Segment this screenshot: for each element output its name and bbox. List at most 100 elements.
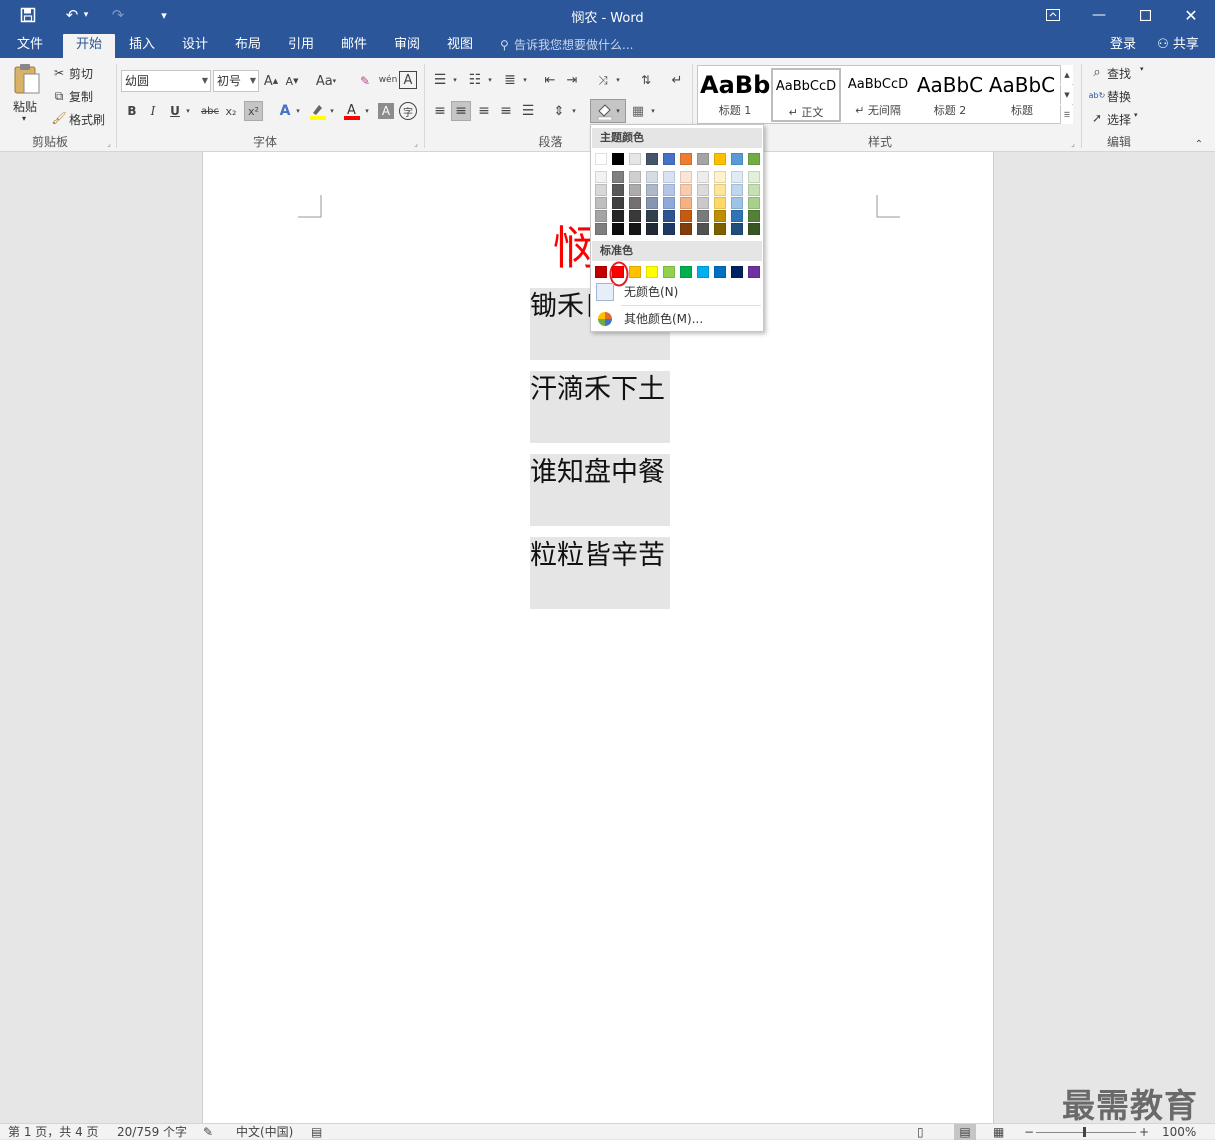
shading-dropdown-icon[interactable]: ▾ xyxy=(616,107,620,115)
theme-shade-swatch[interactable] xyxy=(714,184,726,196)
page-count[interactable]: 第 1 页，共 4 页 xyxy=(8,1124,99,1140)
poem-line-2[interactable]: 汗滴禾下土 xyxy=(530,371,670,443)
theme-shade-swatch[interactable] xyxy=(748,171,760,183)
tab-view[interactable]: 视图 xyxy=(438,34,482,58)
paste-dropdown-icon[interactable]: ▾ xyxy=(22,114,26,123)
standard-color-swatch[interactable] xyxy=(697,266,709,278)
theme-shade-swatch[interactable] xyxy=(612,223,624,235)
clipboard-launcher-icon[interactable]: ⌟ xyxy=(104,138,114,148)
styles-more-icon[interactable]: ☰ xyxy=(1060,105,1073,124)
theme-shade-swatch[interactable] xyxy=(748,223,760,235)
font-name-dropdown-icon[interactable]: ▼ xyxy=(202,71,208,91)
sort-icon[interactable]: ⇅ xyxy=(636,70,656,90)
multilevel-dropdown-icon[interactable]: ▾ xyxy=(520,70,530,90)
tab-layout[interactable]: 布局 xyxy=(226,34,270,58)
superscript-button[interactable]: x² xyxy=(244,101,263,121)
theme-shade-swatch[interactable] xyxy=(731,210,743,222)
paste-icon[interactable] xyxy=(10,62,44,96)
more-colors-option[interactable]: 其他颜色(M)... xyxy=(592,307,762,331)
theme-color-swatch[interactable] xyxy=(663,153,675,165)
format-painter-button[interactable]: 格式刷 xyxy=(69,111,105,128)
theme-shade-swatch[interactable] xyxy=(663,171,675,183)
theme-shade-swatch[interactable] xyxy=(629,197,641,209)
character-shading-icon[interactable]: A xyxy=(378,103,394,119)
maximize-icon[interactable] xyxy=(1122,0,1168,30)
bullets-dropdown-icon[interactable]: ▾ xyxy=(450,70,460,90)
justify-icon[interactable]: ≡ xyxy=(496,101,516,121)
theme-shade-swatch[interactable] xyxy=(680,210,692,222)
theme-color-swatch[interactable] xyxy=(731,153,743,165)
theme-shade-swatch[interactable] xyxy=(697,184,709,196)
tell-me-search[interactable]: ⚲ 告诉我您想要做什么... xyxy=(500,34,633,56)
styles-launcher-icon[interactable]: ⌟ xyxy=(1068,138,1078,148)
theme-shade-swatch[interactable] xyxy=(663,197,675,209)
theme-shade-swatch[interactable] xyxy=(714,210,726,222)
theme-shade-swatch[interactable] xyxy=(731,197,743,209)
style-heading-1[interactable]: AaBb 标题 1 xyxy=(700,68,770,122)
find-dropdown-icon[interactable]: ▾ xyxy=(1140,65,1144,73)
line-spacing-icon[interactable]: ⇕ xyxy=(549,101,569,121)
language-indicator[interactable]: 中文(中国) xyxy=(236,1124,293,1140)
font-name-box[interactable]: 幼圆 ▼ xyxy=(121,70,211,92)
align-center-icon[interactable]: ≡ xyxy=(451,101,471,121)
underline-button[interactable]: U xyxy=(167,101,183,121)
theme-shade-swatch[interactable] xyxy=(697,210,709,222)
standard-color-swatch[interactable] xyxy=(629,266,641,278)
theme-shade-swatch[interactable] xyxy=(595,197,607,209)
show-marks-icon[interactable]: ↵ xyxy=(667,70,687,90)
standard-color-swatch[interactable] xyxy=(714,266,726,278)
theme-shade-swatch[interactable] xyxy=(697,223,709,235)
change-case-icon[interactable]: Aa ▾ xyxy=(312,71,340,91)
word-count[interactable]: 20/759 个字 xyxy=(117,1124,187,1140)
theme-shade-swatch[interactable] xyxy=(714,171,726,183)
theme-shade-swatch[interactable] xyxy=(714,223,726,235)
select-button[interactable]: 选择 xyxy=(1107,111,1131,128)
theme-shade-swatch[interactable] xyxy=(731,223,743,235)
chinese-layout-icon[interactable]: ⤨ xyxy=(593,70,613,90)
subscript-button[interactable]: x₂ xyxy=(223,101,239,121)
highlight-dropdown-icon[interactable]: ▾ xyxy=(328,101,336,121)
theme-shade-swatch[interactable] xyxy=(595,171,607,183)
theme-color-swatch[interactable] xyxy=(748,153,760,165)
theme-shade-swatch[interactable] xyxy=(646,210,658,222)
distributed-icon[interactable]: ☰ xyxy=(518,101,538,121)
styles-scroll-up-icon[interactable]: ▲ xyxy=(1060,65,1073,84)
cut-button[interactable]: 剪切 xyxy=(69,65,93,82)
tab-insert[interactable]: 插入 xyxy=(120,34,164,58)
standard-color-swatch[interactable] xyxy=(646,266,658,278)
theme-color-swatch[interactable] xyxy=(646,153,658,165)
font-launcher-icon[interactable]: ⌟ xyxy=(411,138,421,148)
italic-button[interactable]: I xyxy=(145,101,161,121)
highlight-icon[interactable] xyxy=(308,101,328,121)
theme-shade-swatch[interactable] xyxy=(748,197,760,209)
web-layout-icon[interactable]: ▦ xyxy=(993,1124,1004,1140)
borders-icon[interactable]: ▦ xyxy=(628,101,648,121)
theme-shade-swatch[interactable] xyxy=(731,171,743,183)
theme-shade-swatch[interactable] xyxy=(680,223,692,235)
theme-shade-swatch[interactable] xyxy=(646,184,658,196)
theme-shade-swatch[interactable] xyxy=(748,184,760,196)
tab-mailings[interactable]: 邮件 xyxy=(332,34,376,58)
theme-shade-swatch[interactable] xyxy=(697,197,709,209)
theme-color-swatch[interactable] xyxy=(629,153,641,165)
theme-shade-swatch[interactable] xyxy=(663,210,675,222)
theme-shade-swatch[interactable] xyxy=(612,197,624,209)
phonetic-guide-icon[interactable]: wén xyxy=(378,69,398,91)
theme-shade-swatch[interactable] xyxy=(595,210,607,222)
font-color-dropdown-icon[interactable]: ▾ xyxy=(363,101,371,121)
increase-indent-icon[interactable]: ⇥ xyxy=(562,70,582,90)
standard-color-swatch[interactable] xyxy=(748,266,760,278)
theme-shade-swatch[interactable] xyxy=(646,223,658,235)
select-dropdown-icon[interactable]: ▾ xyxy=(1134,111,1138,119)
standard-color-swatch[interactable] xyxy=(680,266,692,278)
poem-line-3[interactable]: 谁知盘中餐 xyxy=(530,454,670,526)
standard-color-red-swatch[interactable] xyxy=(612,266,624,278)
macro-record-icon[interactable]: ▤ xyxy=(311,1124,322,1140)
text-effects-dropdown-icon[interactable]: ▾ xyxy=(294,101,302,121)
multilevel-list-icon[interactable]: ≣ xyxy=(500,70,520,90)
shading-button[interactable]: ▾ xyxy=(590,99,626,123)
theme-shade-swatch[interactable] xyxy=(629,171,641,183)
theme-shade-swatch[interactable] xyxy=(748,210,760,222)
theme-shade-swatch[interactable] xyxy=(663,223,675,235)
theme-shade-swatch[interactable] xyxy=(612,184,624,196)
